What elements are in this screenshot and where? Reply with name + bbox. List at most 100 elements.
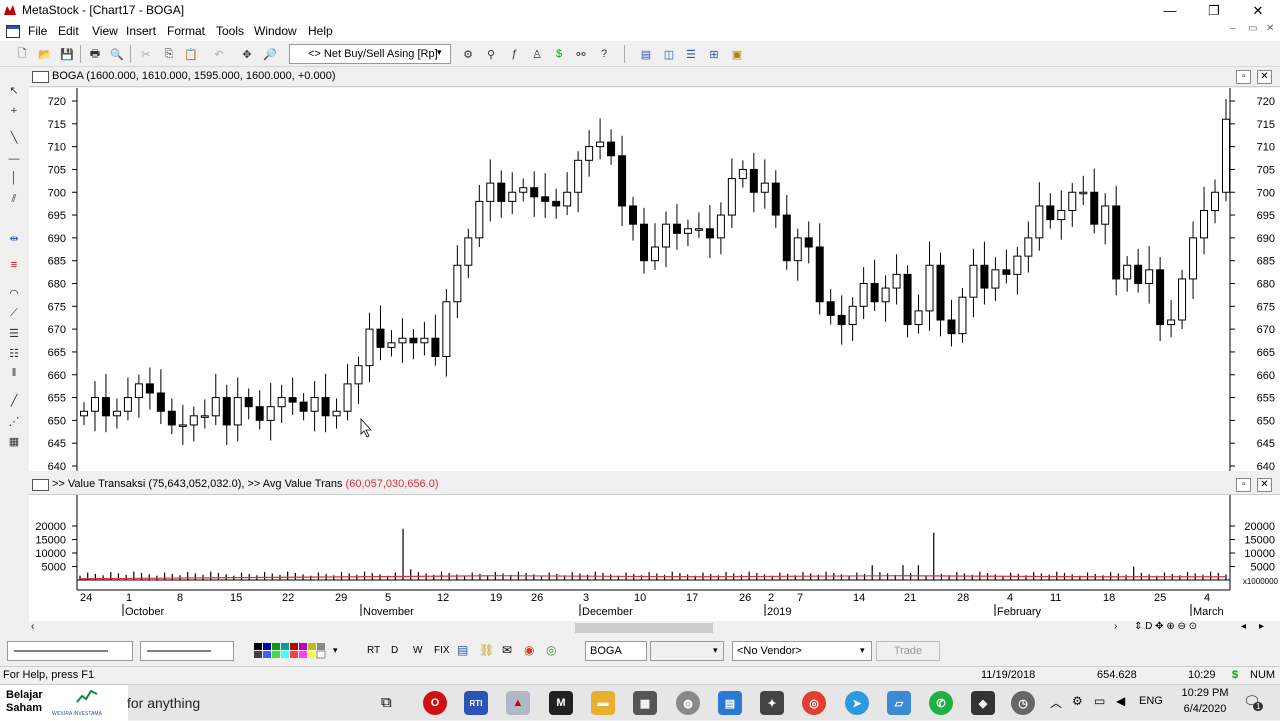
candle-body	[1090, 191, 1099, 225]
mail-icon[interactable]: ✉	[502, 643, 512, 657]
language-indicator[interactable]: ENG	[1139, 695, 1163, 707]
candle-body	[1189, 237, 1198, 280]
scroll-left-icon[interactable]: ‹	[31, 621, 34, 632]
trade-button[interactable]: Trade	[876, 641, 940, 661]
candle-body	[123, 397, 132, 412]
x-day-label: 21	[904, 592, 916, 604]
volume-tick-label-left: 20000	[35, 521, 66, 533]
candle-body	[618, 155, 627, 207]
candle-body	[925, 264, 934, 312]
chart-canvas[interactable]: 720 720715 715710 710705 705700 700695 695690 6…	[0, 0, 1280, 621]
x-month-label: October	[125, 606, 164, 618]
page-left-icon[interactable]: ◂	[1241, 621, 1246, 632]
color-palette[interactable]	[254, 643, 332, 659]
price-tick-label-right: 640	[1257, 461, 1275, 473]
price-tick-label-left: 675	[48, 301, 66, 313]
x-day-label: 7	[797, 592, 803, 604]
scroll-thumb[interactable]	[575, 623, 713, 633]
price-tick-label-left: 655	[48, 393, 66, 405]
calc-icon[interactable]: ▤	[457, 643, 468, 657]
num-lock-indicator: NUM	[1250, 669, 1276, 681]
price-tick-label-left: 700	[48, 187, 66, 199]
horizontal-scrollbar[interactable]: ‹ › ⇕ D ✥ ⊕ ⊖ ⊙ ◂ ▸	[29, 621, 1280, 635]
candle-body	[442, 301, 451, 357]
price-tick-label-left: 715	[48, 119, 66, 131]
price-tick-label-right: 670	[1257, 324, 1275, 336]
scroll-right-icon[interactable]: ›	[1114, 621, 1117, 632]
candle-body	[299, 401, 308, 412]
status-date: 11/19/2018	[981, 669, 1036, 681]
candle-body	[947, 319, 956, 335]
candle-body	[310, 397, 319, 412]
x-day-label: 18	[1103, 592, 1115, 604]
chevron-down-icon[interactable]: ▾	[713, 645, 718, 656]
rt-button[interactable]: RT	[367, 645, 380, 656]
candle-body	[1167, 319, 1176, 326]
price-tick-label-right: 715	[1257, 119, 1275, 131]
vendor-select[interactable]: <No Vendor>	[732, 641, 872, 661]
rti-icon[interactable]: RTI	[464, 691, 488, 715]
volume-tick-label-right: 15000	[1244, 535, 1275, 547]
price-tick-label-left: 650	[48, 415, 66, 427]
chart-nav-icons[interactable]: ⇕ D ✥ ⊕ ⊖ ⊙	[1134, 621, 1197, 632]
price-tick-label-left: 690	[48, 233, 66, 245]
app-tool-icon[interactable]: ✦	[760, 691, 784, 715]
app-window-icon[interactable]: ▤	[718, 691, 742, 715]
symbol-input[interactable]: BOGA	[585, 641, 647, 661]
price-tick-label-right: 690	[1257, 233, 1275, 245]
candle-body	[1112, 205, 1121, 280]
x-day-label: 25	[1154, 592, 1166, 604]
link-icon[interactable]: ⛓	[479, 643, 494, 657]
metastock-m-icon[interactable]: M	[549, 691, 573, 715]
candle-body	[881, 287, 890, 303]
tray-network-icon[interactable]: ▭	[1094, 694, 1105, 708]
candle-body	[661, 223, 670, 248]
file-explorer-icon[interactable]: ▬	[591, 691, 615, 715]
brand-sub-text: WIDURA INVESTAMA	[52, 711, 102, 717]
candle-body	[1123, 264, 1132, 280]
clock-time[interactable]: 10:29 PM	[1177, 687, 1233, 699]
app-shield-icon[interactable]: ◈	[971, 691, 995, 715]
chevron-down-icon[interactable]: ▾	[860, 645, 865, 656]
page-right-icon[interactable]: ▸	[1259, 621, 1264, 632]
app-doc-icon[interactable]: ▱	[887, 691, 911, 715]
candle-body	[409, 337, 418, 344]
app-globe-icon[interactable]: ◍	[676, 691, 700, 715]
chrome-icon[interactable]: ◎	[546, 643, 556, 657]
browser-icon[interactable]: ◉	[524, 643, 534, 657]
candle-body	[793, 237, 802, 262]
line-weight-select[interactable]	[140, 641, 234, 661]
weekly-button[interactable]: W	[413, 645, 422, 656]
clock-date[interactable]: 6/4/2020	[1177, 703, 1233, 715]
notification-count: 1	[1253, 702, 1264, 711]
status-value: 654.628	[1097, 669, 1137, 681]
chrome-taskbar-icon[interactable]: ◎	[802, 691, 826, 715]
candle-body	[453, 264, 462, 303]
telegram-icon[interactable]: ➤	[845, 691, 869, 715]
tray-settings-icon[interactable]: ⚙	[1072, 694, 1083, 708]
opera-icon[interactable]: O	[423, 691, 447, 715]
candle-body	[90, 397, 99, 412]
candle-body	[1068, 191, 1077, 211]
tray-volume-icon[interactable]: ◀	[1116, 694, 1125, 708]
candle-body	[321, 397, 330, 417]
search-text[interactable]: for anything	[127, 695, 200, 711]
candle-body	[716, 214, 725, 239]
whatsapp-icon[interactable]: ✆	[929, 691, 953, 715]
fix-button[interactable]: FIX	[434, 645, 450, 656]
daily-button[interactable]: D	[391, 645, 398, 656]
price-tick-label-right: 660	[1257, 370, 1275, 382]
task-view-icon[interactable]: ⧉	[381, 694, 392, 711]
candle-body	[1013, 255, 1022, 275]
calculator-icon[interactable]: ▦	[633, 691, 657, 715]
currency-indicator: $	[1232, 669, 1239, 681]
line-style-select[interactable]	[7, 641, 133, 661]
x-day-label: 10	[634, 592, 646, 604]
candle-body	[1145, 269, 1154, 284]
tray-chevron-icon[interactable]: ︿	[1050, 694, 1062, 711]
price-tick-label-left: 680	[48, 279, 66, 291]
palette-chevron-icon[interactable]: ▾	[333, 645, 338, 656]
candle-body	[167, 410, 176, 426]
app-clock-icon[interactable]: ◷	[1011, 691, 1035, 715]
metastock-taskbar-icon[interactable]: ▲	[506, 691, 530, 715]
